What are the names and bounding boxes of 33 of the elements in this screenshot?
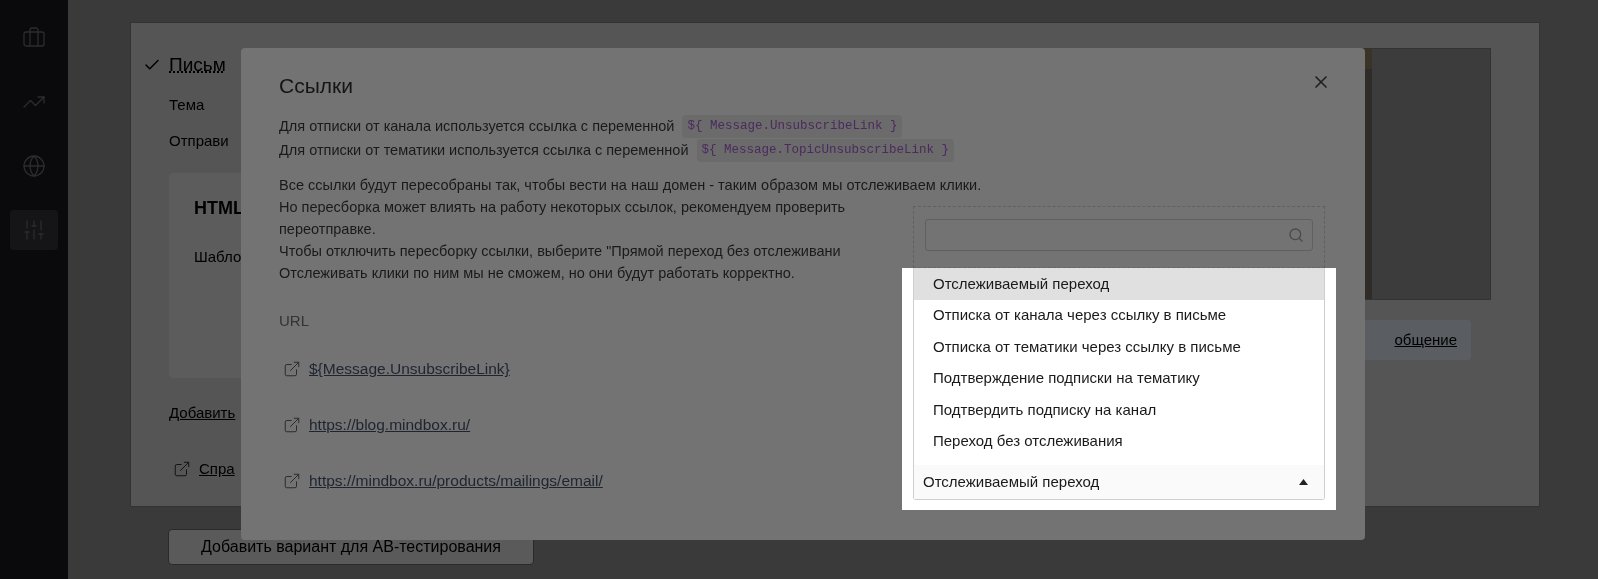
- external-link-icon: [283, 416, 301, 434]
- info-text: переотправке.: [279, 219, 376, 239]
- info-text: Но пересборка может влиять на работу некоторых ссылок, рекомендуем проверить: [279, 197, 846, 217]
- intro-text: Для отписки от тематики используется ссылка с переменной: [279, 140, 689, 160]
- info-text: Все ссылки будут пересобраны так, чтобы вести на наш домен - таким образом мы отслеживаем клики.: [279, 175, 982, 195]
- field-label: Тема: [169, 94, 205, 115]
- help-link[interactable]: Спра: [199, 458, 235, 481]
- url-link[interactable]: https://blog.mindbox.ru/: [309, 413, 471, 437]
- briefcase-icon: [22, 26, 46, 50]
- sidebar-item[interactable]: [10, 210, 58, 250]
- search-icon: [1288, 227, 1304, 243]
- search-field[interactable]: [925, 219, 1313, 251]
- template-text: Шабло: [194, 246, 242, 267]
- url-link[interactable]: ${Message.UnsubscribeLink}: [309, 357, 510, 381]
- info-text: Чтобы отключить пересборку ссылки, выберите "Прямой переход без отслеживани: [279, 241, 841, 261]
- template-title: HTML: [194, 196, 244, 220]
- variable-code: ${ Message.TopicUnsubscribeLink }: [696, 139, 955, 162]
- url-label: URL: [279, 310, 309, 331]
- intro-text: Для отписки от канала используется ссылка с переменной: [279, 116, 675, 136]
- card-title[interactable]: Письм: [169, 51, 226, 80]
- dropdown-option[interactable]: Отслеживаемый переход: [914, 268, 1324, 300]
- url-link[interactable]: https://mindbox.ru/products/mailings/email/: [309, 469, 603, 493]
- add-link[interactable]: Добавить: [169, 401, 236, 424]
- external-link-icon: [283, 360, 301, 378]
- variable-code: ${ Message.UnsubscribeLink }: [682, 115, 903, 138]
- dialog-title: Ссылки: [279, 73, 353, 99]
- globe-icon: [22, 154, 46, 178]
- info-text: Отслеживать клики по ним мы не сможем, но они будут работать корректно.: [279, 263, 795, 283]
- external-link-icon: [173, 460, 191, 479]
- caret-icon: [1299, 479, 1308, 485]
- external-link-icon: [283, 472, 301, 490]
- select-field[interactable]: Отслеживаемый переход: [914, 465, 1324, 499]
- field-label: Отправи: [169, 131, 229, 151]
